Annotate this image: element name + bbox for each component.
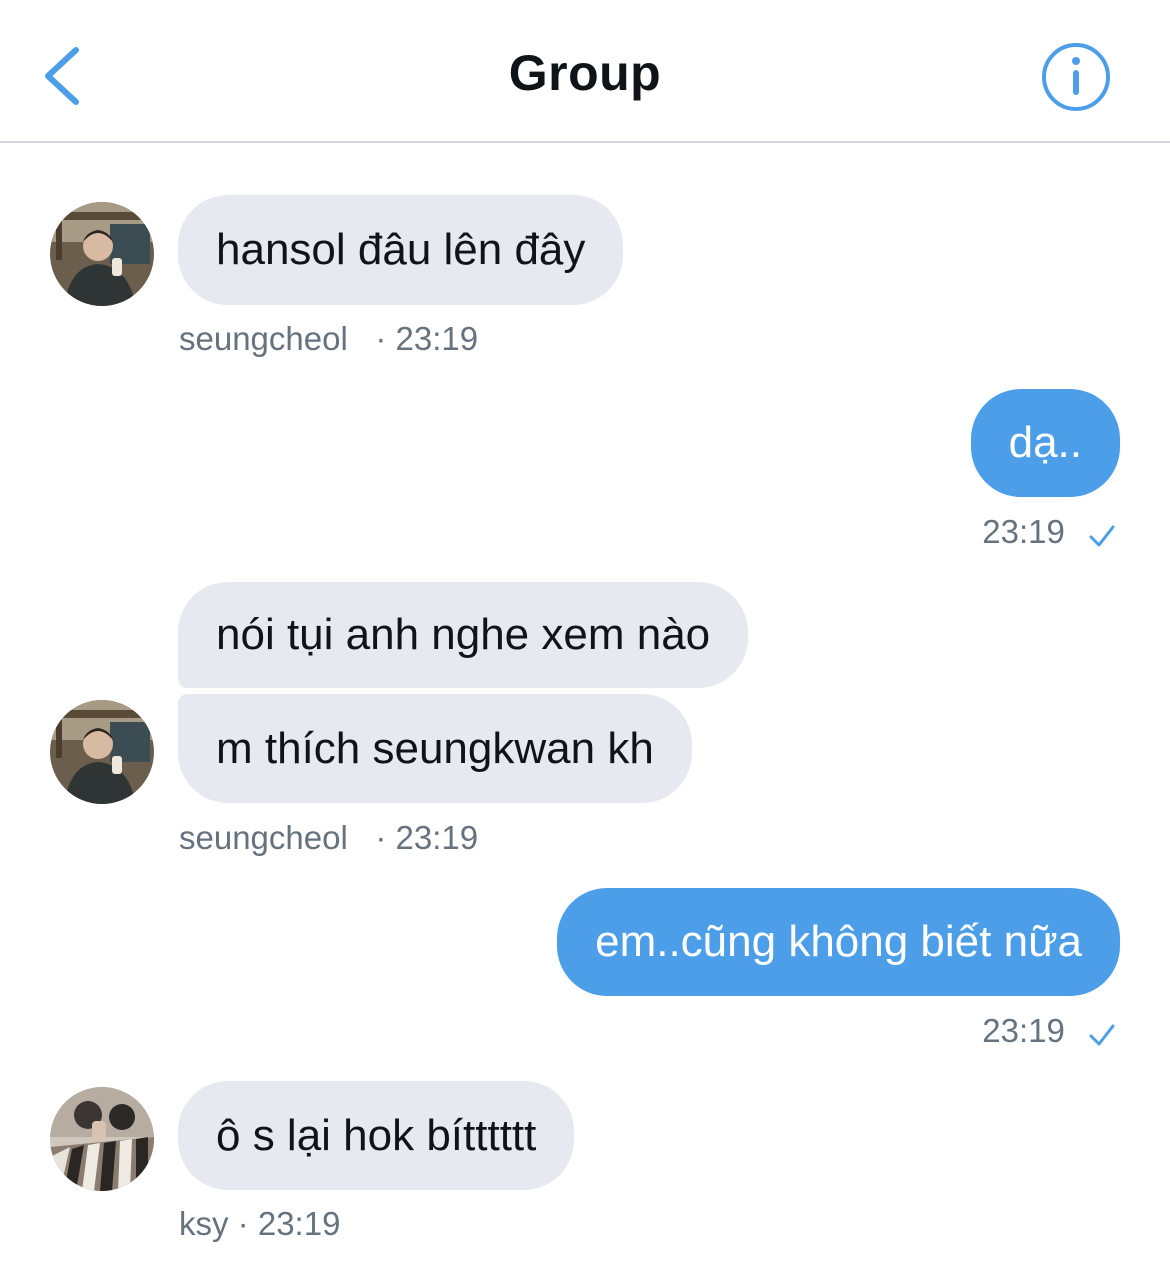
avatar[interactable]	[50, 202, 154, 306]
check-icon	[1089, 1024, 1115, 1046]
message-bubble[interactable]: hansol đâu lên đây	[178, 195, 624, 305]
message-bubble[interactable]: dạ..	[970, 389, 1120, 497]
timestamp: 23:19	[257, 1205, 341, 1242]
message-bubble[interactable]: ô s lại hok bítttttt	[178, 1081, 575, 1190]
message-meta: ksy · 23:19	[179, 1205, 340, 1243]
message-meta: seungcheol · 23:19	[179, 320, 478, 358]
message-bubble[interactable]: m thích seungkwan kh	[178, 694, 692, 803]
sender-name[interactable]: seungcheol	[179, 320, 348, 357]
timestamp: 23:19	[982, 513, 1065, 550]
meta-separator: ·	[375, 320, 387, 357]
avatar[interactable]	[50, 1087, 154, 1191]
timestamp: 23:19	[982, 1012, 1065, 1049]
info-circle-icon	[1042, 43, 1110, 111]
dm-conversation-screen: Group hansol đâu lên đây seungcheol · 23…	[0, 0, 1170, 1267]
meta-separator: ·	[375, 819, 387, 856]
message-meta: 23:19	[982, 1012, 1116, 1050]
message-bubble[interactable]: nói tụi anh nghe xem nào	[178, 582, 749, 688]
message-meta: 23:19	[982, 513, 1116, 551]
timestamp: 23:19	[395, 320, 479, 357]
sender-name[interactable]: ksy	[179, 1205, 229, 1242]
message-bubble[interactable]: em..cũng không biết nữa	[557, 888, 1120, 996]
check-icon	[1089, 525, 1115, 547]
page-title: Group	[508, 45, 662, 101]
message-meta: seungcheol · 23:19	[179, 819, 478, 857]
conversation-header: Group	[0, 0, 1170, 143]
conversation-info-button[interactable]	[1040, 41, 1112, 113]
meta-separator: ·	[237, 1205, 249, 1242]
sender-name[interactable]: seungcheol	[179, 819, 348, 856]
timestamp: 23:19	[395, 819, 479, 856]
avatar[interactable]	[50, 700, 154, 804]
